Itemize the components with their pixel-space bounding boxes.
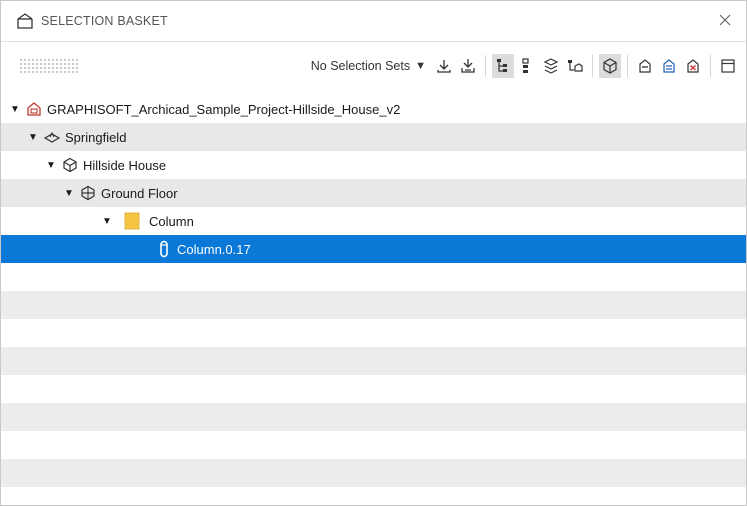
- selection-sets-label: No Selection Sets: [310, 59, 411, 73]
- empty-row: [1, 263, 746, 291]
- tree-row-label: GRAPHISOFT_Archicad_Sample_Project-Hills…: [47, 101, 401, 117]
- empty-row: [1, 403, 746, 431]
- caret-down-icon[interactable]: ▼: [63, 188, 75, 199]
- remove-type-icon[interactable]: [658, 54, 680, 78]
- tree-row-project[interactable]: ▼ GRAPHISOFT_Archicad_Sample_Project-Hil…: [1, 95, 746, 123]
- tree-row-folder[interactable]: ▼ Column: [1, 207, 746, 235]
- tree-row-label: Column: [149, 213, 194, 229]
- tree-row-column-element[interactable]: Column.0.17: [1, 235, 746, 263]
- site-icon: [43, 128, 61, 146]
- empty-row: [1, 347, 746, 375]
- layers-view-icon[interactable]: [540, 54, 562, 78]
- caret-down-icon[interactable]: ▼: [9, 104, 21, 115]
- panel-header: SELECTION BASKET: [1, 1, 746, 42]
- storey-icon: [79, 184, 97, 202]
- clear-basket-icon[interactable]: [682, 54, 704, 78]
- isolate-3d-icon[interactable]: [599, 54, 621, 78]
- empty-row: [1, 291, 746, 319]
- floor-view-icon[interactable]: [564, 54, 586, 78]
- folder-icon: [123, 212, 141, 230]
- panel-title: SELECTION BASKET: [41, 14, 168, 28]
- toolbar-divider: [710, 55, 711, 77]
- column-icon: [155, 240, 173, 258]
- project-icon: [25, 100, 43, 118]
- tree-row-building[interactable]: ▼ Hillside House: [1, 151, 746, 179]
- toolbar: No Selection Sets ▼: [1, 42, 746, 90]
- selection-tree: ▼ GRAPHISOFT_Archicad_Sample_Project-Hil…: [1, 95, 746, 487]
- empty-row: [1, 431, 746, 459]
- building-icon: [61, 156, 79, 174]
- close-icon[interactable]: [716, 11, 734, 29]
- toolbar-divider: [627, 55, 628, 77]
- tree-row-label: Column.0.17: [177, 241, 251, 257]
- download-all-icon[interactable]: [457, 54, 479, 78]
- tree-row-label: Ground Floor: [101, 185, 178, 201]
- tree-view-icon[interactable]: [492, 54, 514, 78]
- download-icon[interactable]: [433, 54, 455, 78]
- tree-row-site[interactable]: ▼ Springfield: [1, 123, 746, 151]
- toolbar-divider: [592, 55, 593, 77]
- caret-down-icon[interactable]: ▼: [101, 216, 113, 227]
- empty-row: [1, 459, 746, 487]
- tree-row-storey[interactable]: ▼ Ground Floor: [1, 179, 746, 207]
- caret-down-icon[interactable]: ▼: [27, 132, 39, 143]
- window-icon[interactable]: [717, 54, 739, 78]
- remove-item-icon[interactable]: [634, 54, 656, 78]
- tree-row-label: Hillside House: [83, 157, 167, 173]
- basket-icon: [15, 11, 35, 31]
- chevron-down-icon: ▼: [415, 60, 426, 72]
- tree-row-label: Springfield: [65, 129, 127, 145]
- toolbar-actions: No Selection Sets ▼: [311, 42, 740, 90]
- empty-row: [1, 375, 746, 403]
- drag-handle[interactable]: [19, 58, 79, 74]
- caret-down-icon[interactable]: ▼: [45, 160, 57, 171]
- selection-basket-panel: SELECTION BASKET No Selection Sets ▼ ▼ G…: [0, 0, 747, 506]
- selection-sets-dropdown[interactable]: No Selection Sets ▼: [311, 59, 426, 73]
- toolbar-divider: [485, 55, 486, 77]
- list-view-icon[interactable]: [516, 54, 538, 78]
- empty-row: [1, 319, 746, 347]
